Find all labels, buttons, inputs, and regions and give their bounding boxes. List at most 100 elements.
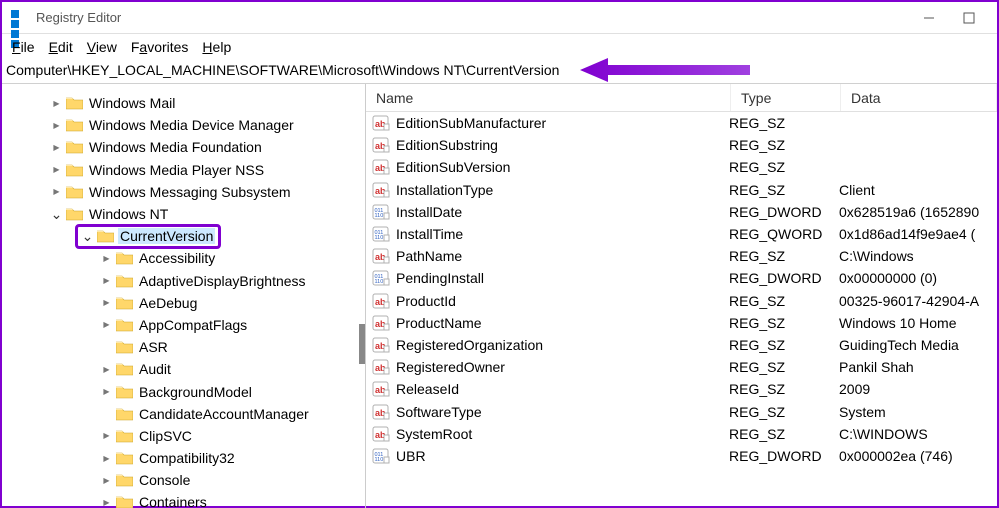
svg-text:110: 110: [375, 235, 384, 241]
folder-icon: [116, 473, 133, 487]
expander-icon[interactable]: ▶: [50, 99, 63, 108]
tree-item[interactable]: ▶Windows Media Player NSS: [2, 159, 365, 181]
expander-icon[interactable]: ▶: [100, 276, 113, 285]
tree-item[interactable]: ▶Compatibility32: [2, 447, 365, 469]
reg-bin-icon: 011110: [372, 225, 390, 243]
content-area: ▶ Windows Mail ▶Windows Media Device Manag…: [2, 84, 997, 508]
expander-icon[interactable]: ▶: [100, 254, 113, 263]
expander-icon[interactable]: ▶: [100, 387, 113, 396]
tree-item[interactable]: ▶Console: [2, 469, 365, 491]
tree-item[interactable]: CandidateAccountManager: [2, 403, 365, 425]
list-row[interactable]: abEditionSubstringREG_SZ: [366, 134, 997, 156]
tree-item[interactable]: ▶Accessibility: [2, 247, 365, 269]
tree-item[interactable]: ▶Windows Media Device Manager: [2, 114, 365, 136]
tree-item[interactable]: ▶ Windows Mail: [2, 92, 365, 114]
value-name: PathName: [396, 248, 729, 264]
tree-item[interactable]: ▶ClipSVC: [2, 425, 365, 447]
menu-edit[interactable]: Edit: [49, 39, 73, 55]
titlebar: Registry Editor: [2, 2, 997, 34]
reg-sz-icon: ab: [372, 247, 390, 265]
expander-icon[interactable]: ▶: [50, 143, 63, 152]
address-path: Computer\HKEY_LOCAL_MACHINE\SOFTWARE\Mic…: [6, 62, 559, 78]
tree-item[interactable]: ▶ Audit: [2, 358, 365, 380]
tree-pane[interactable]: ▶ Windows Mail ▶Windows Media Device Manag…: [2, 84, 366, 508]
folder-icon: [116, 362, 133, 376]
tree-item[interactable]: ▶AeDebug: [2, 292, 365, 314]
tree-item[interactable]: ▶AppCompatFlags: [2, 314, 365, 336]
value-name: InstallTime: [396, 226, 729, 242]
list-row[interactable]: abEditionSubManufacturerREG_SZ: [366, 112, 997, 134]
list-row[interactable]: abProductIdREG_SZ00325-96017-42904-A: [366, 290, 997, 312]
value-type: REG_DWORD: [729, 448, 839, 464]
list-row[interactable]: abRegisteredOrganizationREG_SZGuidingTec…: [366, 334, 997, 356]
tree-item[interactable]: ▶ BackgroundModel: [2, 380, 365, 402]
value-data: C:\Windows: [839, 248, 997, 264]
folder-icon: [66, 96, 83, 110]
list-row[interactable]: abInstallationTypeREG_SZClient: [366, 179, 997, 201]
list-row[interactable]: 011110UBRREG_DWORD0x000002ea (746): [366, 445, 997, 467]
menu-view[interactable]: View: [87, 39, 117, 55]
list-row[interactable]: abEditionSubVersionREG_SZ: [366, 156, 997, 178]
value-type: REG_SZ: [729, 293, 839, 309]
tree-item[interactable]: ASR: [2, 336, 365, 358]
expander-icon[interactable]: ⌄: [50, 206, 63, 223]
expander-icon[interactable]: ▶: [50, 187, 63, 196]
expander-icon[interactable]: ▶: [50, 121, 63, 130]
tree-item-label: BackgroundModel: [137, 384, 254, 400]
maximize-button[interactable]: [949, 4, 989, 32]
folder-icon: [66, 118, 83, 132]
folder-icon: [66, 207, 83, 221]
expander-icon[interactable]: ▶: [100, 431, 113, 440]
tree-item[interactable]: ▶Windows Media Foundation: [2, 136, 365, 158]
list-row[interactable]: abReleaseIdREG_SZ2009: [366, 378, 997, 400]
address-bar[interactable]: Computer\HKEY_LOCAL_MACHINE\SOFTWARE\Mic…: [2, 60, 997, 84]
column-header-data[interactable]: Data: [841, 84, 997, 111]
tree-item[interactable]: ⌄ Windows NT: [2, 203, 365, 225]
list-row[interactable]: 011110InstallDateREG_DWORD0x628519a6 (16…: [366, 201, 997, 223]
splitter-handle[interactable]: [359, 324, 365, 364]
list-pane[interactable]: Name Type Data abEditionSubManufacturerR…: [366, 84, 997, 508]
tree-item-label: Windows NT: [87, 206, 170, 222]
expander-icon[interactable]: ▶: [100, 454, 113, 463]
reg-sz-icon: ab: [372, 336, 390, 354]
value-name: ReleaseId: [396, 381, 729, 397]
list-row[interactable]: 011110InstallTimeREG_QWORD0x1d86ad14f9e9…: [366, 223, 997, 245]
expander-icon[interactable]: ▶: [50, 165, 63, 174]
list-row[interactable]: abProductNameREG_SZWindows 10 Home: [366, 312, 997, 334]
tree-item-label: Windows Messaging Subsystem: [87, 184, 293, 200]
annotation-arrow-icon: [580, 55, 760, 85]
list-row[interactable]: abSoftwareTypeREG_SZSystem: [366, 400, 997, 422]
column-header-type[interactable]: Type: [731, 84, 841, 111]
expander-icon[interactable]: ⌄: [81, 228, 94, 245]
minimize-button[interactable]: [909, 4, 949, 32]
tree-item[interactable]: ▶ Windows Messaging Subsystem: [2, 181, 365, 203]
value-type: REG_DWORD: [729, 204, 839, 220]
expander-icon[interactable]: ▶: [100, 365, 113, 374]
value-name: PendingInstall: [396, 270, 729, 286]
tree-item[interactable]: ▶ Containers: [2, 491, 365, 508]
menu-help[interactable]: Help: [202, 39, 231, 55]
list-row[interactable]: abRegisteredOwnerREG_SZPankil Shah: [366, 356, 997, 378]
tree-item[interactable]: ⌄CurrentVersion: [2, 225, 365, 247]
value-name: RegisteredOwner: [396, 359, 729, 375]
list-row[interactable]: abPathNameREG_SZC:\Windows: [366, 245, 997, 267]
expander-icon[interactable]: ▶: [100, 320, 113, 329]
tree-item-label: Audit: [137, 361, 173, 377]
reg-bin-icon: 011110: [372, 269, 390, 287]
value-name: ProductId: [396, 293, 729, 309]
tree-item-label: Windows Mail: [87, 95, 177, 111]
menu-file[interactable]: File: [12, 39, 35, 55]
expander-icon[interactable]: ▶: [100, 476, 113, 485]
menu-favorites[interactable]: Favorites: [131, 39, 189, 55]
reg-sz-icon: ab: [372, 136, 390, 154]
column-header-name[interactable]: Name: [366, 84, 731, 111]
value-name: RegisteredOrganization: [396, 337, 729, 353]
value-data: C:\WINDOWS: [839, 426, 997, 442]
expander-icon[interactable]: ▶: [100, 498, 113, 507]
tree-item[interactable]: ▶AdaptiveDisplayBrightness: [2, 270, 365, 292]
value-name: EditionSubManufacturer: [396, 115, 729, 131]
list-row[interactable]: 011110PendingInstallREG_DWORD0x00000000 …: [366, 267, 997, 289]
expander-icon[interactable]: ▶: [100, 298, 113, 307]
tree-item-label: Containers: [137, 494, 209, 508]
list-row[interactable]: abSystemRootREG_SZC:\WINDOWS: [366, 423, 997, 445]
